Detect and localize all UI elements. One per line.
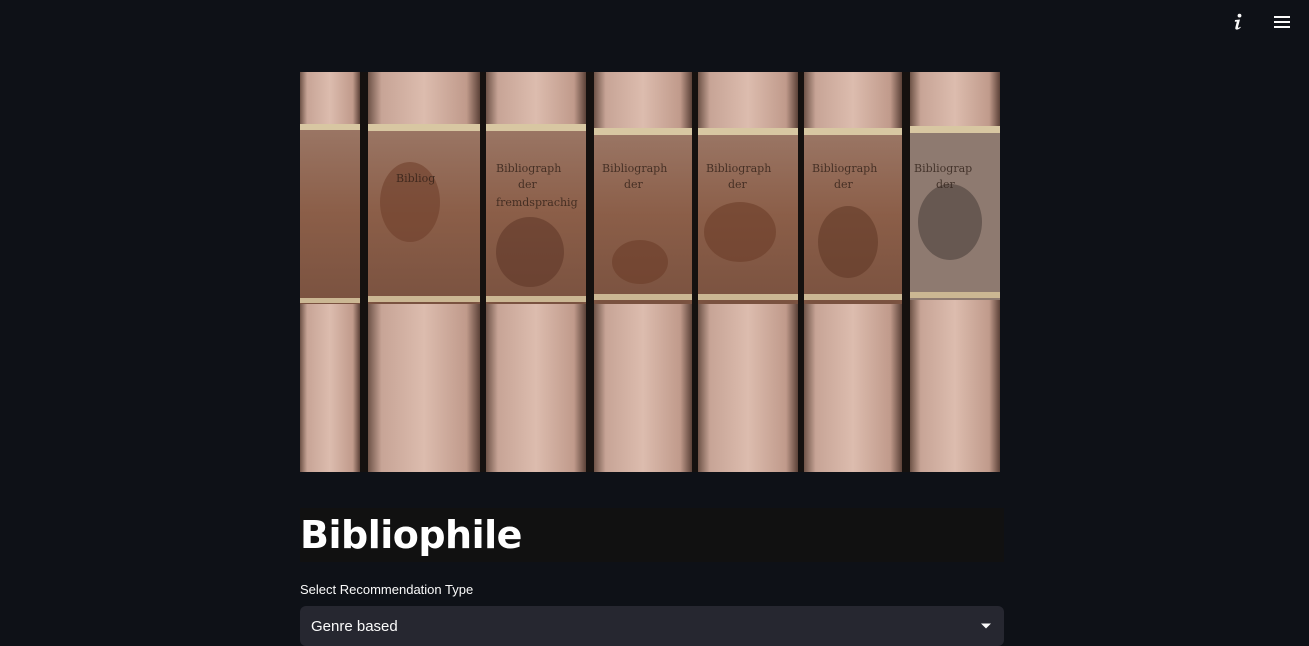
info-icon[interactable]: [1225, 9, 1251, 35]
svg-text:Bibliograph: Bibliograph: [496, 162, 561, 175]
svg-text:der: der: [624, 178, 644, 191]
svg-text:Bibliograp: Bibliograp: [914, 162, 972, 175]
svg-text:Bibliograph: Bibliograph: [602, 162, 667, 175]
page-title: Bibliophile: [300, 513, 522, 557]
recommendation-type-label: Select Recommendation Type: [300, 582, 474, 597]
recommendation-type-select[interactable]: Genre based: [300, 606, 1004, 646]
svg-text:Bibliograph: Bibliograph: [706, 162, 771, 175]
hamburger-menu-icon[interactable]: [1269, 9, 1295, 35]
recommendation-type-value: Genre based: [311, 617, 398, 635]
hero-image-book-spines: Bibliog Bibliograph der fremdsprachig Bi…: [300, 72, 1000, 472]
page-title-container: Bibliophile: [300, 508, 1004, 562]
svg-text:Bibliog: Bibliog: [396, 172, 435, 185]
svg-text:fremdsprachig: fremdsprachig: [496, 196, 578, 209]
main-content: Bibliog Bibliograph der fremdsprachig Bi…: [300, 72, 1004, 646]
svg-text:der: der: [728, 178, 748, 191]
top-toolbar: [1225, 0, 1309, 44]
chevron-down-icon: [980, 617, 992, 635]
svg-text:der: der: [518, 178, 538, 191]
svg-text:der: der: [834, 178, 854, 191]
svg-text:Bibliograph: Bibliograph: [812, 162, 877, 175]
svg-text:der: der: [936, 178, 956, 191]
